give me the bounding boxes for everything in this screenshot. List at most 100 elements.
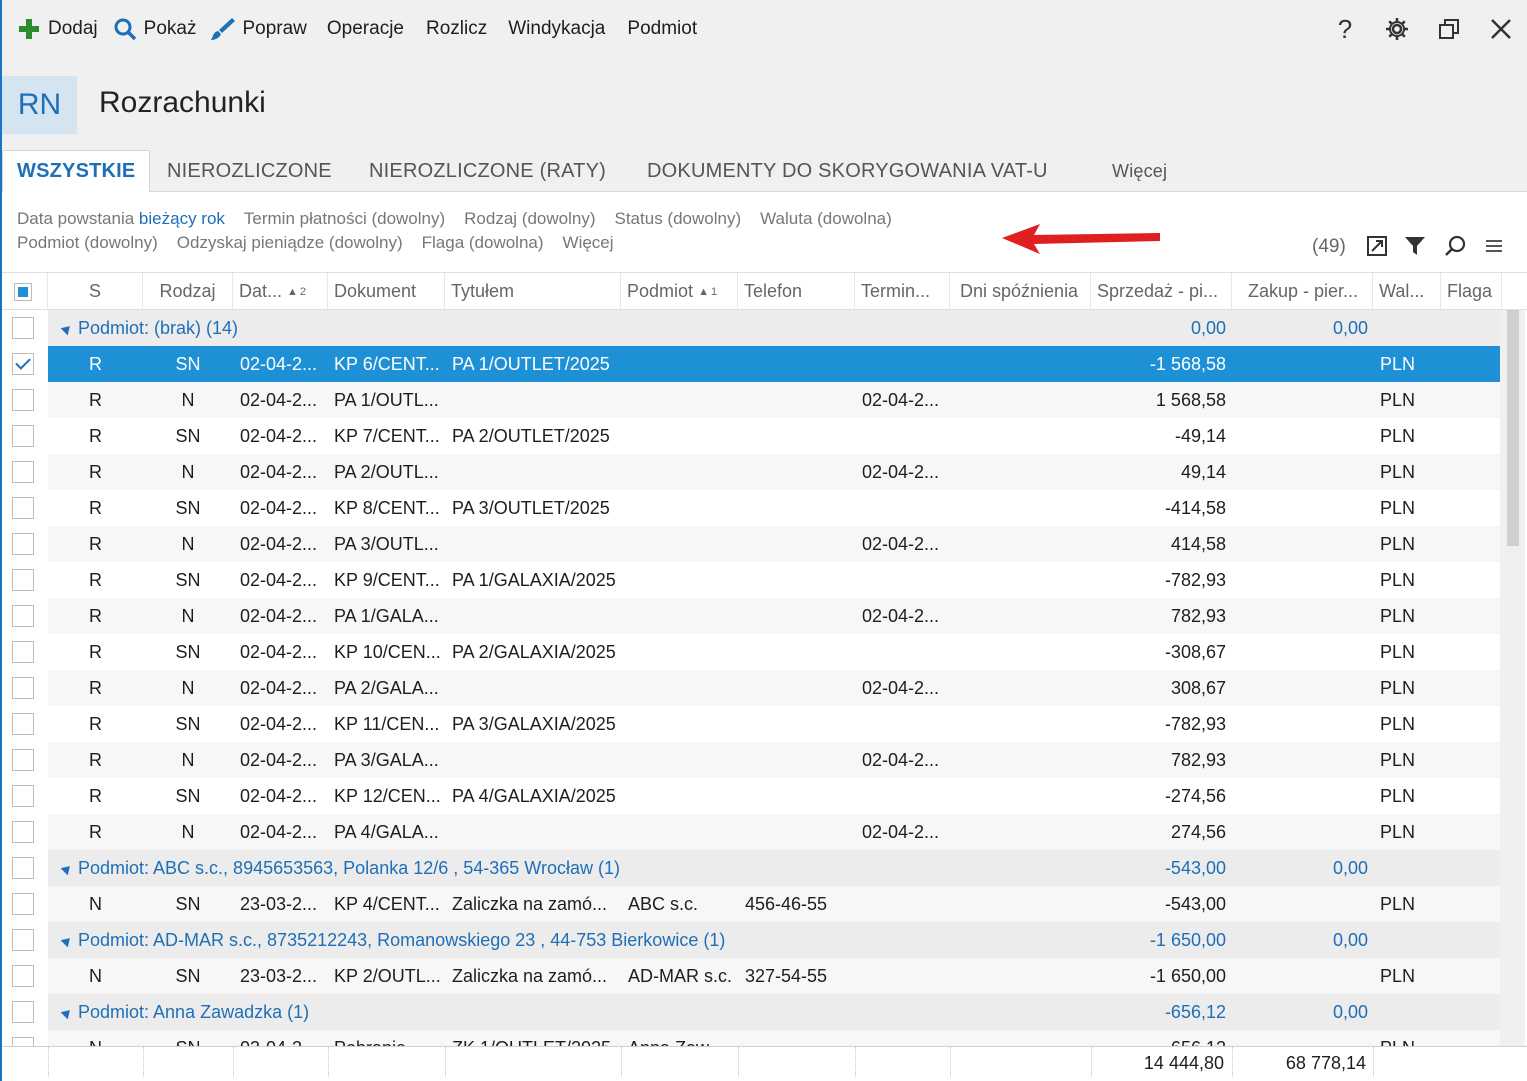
close-icon[interactable] [1475,9,1527,49]
table-row[interactable]: R SN 02-04-2... KP 8/CENT... PA 3/OUTLET/202… [2,490,1502,526]
row-checkbox[interactable] [12,497,34,519]
filter-due-date[interactable]: Termin płatności (dowolny) [244,209,445,229]
col-header-date[interactable]: Dat... ▲ 2 [233,273,328,310]
table-row[interactable]: N SN 23-03-2... KP 2/OUTL... Zaliczka na zam… [2,958,1502,994]
filter-currency[interactable]: Waluta (dowolna) [760,209,892,229]
scrollbar-thumb[interactable] [1507,310,1519,546]
tab-vat-correction[interactable]: DOKUMENTY DO SKORYGOWANIA VAT-U [647,150,1048,192]
col-header-days-late[interactable]: Dni spóźnienia [950,273,1091,310]
row-checkbox[interactable] [12,929,34,951]
cell-due-date: 02-04-2... [862,606,940,626]
col-header-type[interactable]: Rodzaj [143,273,233,310]
row-checkbox[interactable] [12,353,34,375]
cell-sales: 782,93 [1170,606,1226,626]
group-label[interactable]: Podmiot: (brak) (14) [60,310,238,346]
row-checkbox[interactable] [12,893,34,915]
table-row[interactable]: NSN 03-04-2... Pobranie... ZK 1/OUTLET/2025… [2,1030,1502,1046]
table-row[interactable]: R N 02-04-2... PA 2/GALA... 02-04-2... 308,67… [2,670,1502,706]
row-checkbox[interactable] [12,533,34,555]
table-row[interactable]: R N 02-04-2... PA 3/OUTL... 02-04-2... 414,58… [2,526,1502,562]
row-checkbox[interactable] [12,713,34,735]
row-checkbox[interactable] [12,605,34,627]
col-header-s[interactable]: S [48,273,143,310]
collapse-triangle-icon[interactable] [60,322,74,336]
filter-flag[interactable]: Flaga (dowolna) [422,233,544,253]
col-header-purchase[interactable]: Zakup - pier... [1232,273,1373,310]
table-row[interactable]: R SN 02-04-2... KP 11/CEN... PA 3/GALAXIA/20… [2,706,1502,742]
tab-unsettled[interactable]: NIEROZLICZONE [167,150,332,192]
filter-more[interactable]: Więcej [563,233,614,253]
table-row[interactable]: R SN 02-04-2... KP 12/CEN... PA 4/GALAXIA/20… [2,778,1502,814]
entity-menu[interactable]: Podmiot [627,9,697,49]
row-checkbox[interactable] [12,677,34,699]
tab-more[interactable]: Więcej [1112,150,1167,192]
group-label[interactable]: Podmiot: ABC s.c., 8945653563, Polanka 1… [60,850,620,886]
col-header-title[interactable]: Tytułem [445,273,621,310]
table-row[interactable]: R SN 02-04-2... KP 9/CENT... PA 1/GALAXIA/20… [2,562,1502,598]
group-label[interactable]: Podmiot: Anna Zawadzka (1) [60,994,309,1030]
filter-status[interactable]: Status (dowolny) [615,209,742,229]
edit-button[interactable]: Popraw [210,9,307,49]
debt-collection-menu[interactable]: Windykacja [508,9,605,49]
filter-entity[interactable]: Podmiot (dowolny) [17,233,158,253]
row-checkbox[interactable] [12,857,34,879]
gear-icon[interactable] [1371,9,1423,49]
col-header-flag[interactable]: Flaga [1441,273,1502,310]
collapse-triangle-icon[interactable] [60,934,74,948]
row-checkbox[interactable] [12,461,34,483]
col-header-phone[interactable]: Telefon [738,273,855,310]
vertical-scrollbar[interactable] [1500,310,1525,1068]
row-checkbox[interactable] [12,425,34,447]
table-row[interactable]: R N 02-04-2... PA 2/OUTL... 02-04-2... 49,14 P… [2,454,1502,490]
help-icon[interactable]: ? [1319,9,1371,49]
row-checkbox[interactable] [12,785,34,807]
show-button[interactable]: Pokaż [112,9,196,49]
tab-all[interactable]: WSZYSTKIE [2,150,151,193]
collapse-triangle-icon[interactable] [60,1006,74,1020]
operations-menu[interactable]: Operacje [327,9,404,49]
collapse-triangle-icon[interactable] [60,862,74,876]
restore-icon[interactable] [1423,9,1475,49]
export-icon[interactable] [1362,232,1392,260]
col-header-currency[interactable]: Wal... [1373,273,1441,310]
col-header-document[interactable]: Dokument [328,273,445,310]
group-row[interactable]: Podmiot: ABC s.c., 8945653563, Polanka 1… [2,850,1502,886]
row-checkbox[interactable] [12,317,34,339]
cell-document: PA 2/GALA... [334,678,439,698]
col-header-entity[interactable]: Podmiot ▲ 1 [621,273,738,310]
menu-icon[interactable] [1480,232,1510,260]
row-checkbox[interactable] [12,965,34,987]
filter-icon[interactable] [1400,232,1430,260]
filter-created-date[interactable]: Data powstania bieżący rok [17,209,225,229]
filter-type[interactable]: Rodzaj (dowolny) [464,209,595,229]
group-row[interactable]: Podmiot: Anna Zawadzka (1) -656,12 0,00 [2,994,1502,1030]
search-icon[interactable] [1440,232,1470,260]
filter-recover-money[interactable]: Odzyskaj pieniądze (dowolny) [177,233,403,253]
select-all-checkbox[interactable] [2,273,48,310]
cell-title: Zaliczka na zamó... [452,966,608,986]
table-row[interactable]: R N 02-04-2... PA 4/GALA... 02-04-2... 274,56… [2,814,1502,850]
row-checkbox[interactable] [12,1001,34,1023]
row-checkbox[interactable] [12,749,34,771]
row-checkbox[interactable] [12,821,34,843]
col-header-sales[interactable]: Sprzedaż - pi... [1091,273,1232,310]
group-row[interactable]: Podmiot: AD-MAR s.c., 8735212243, Romano… [2,922,1502,958]
row-checkbox[interactable] [12,389,34,411]
group-label[interactable]: Podmiot: AD-MAR s.c., 8735212243, Romano… [60,922,725,958]
table-row[interactable]: N SN 23-03-2... KP 4/CENT... Zaliczka na zam… [2,886,1502,922]
tab-unsettled-installments[interactable]: NIEROZLICZONE (RATY) [369,150,606,192]
table-row[interactable]: R N 02-04-2... PA 3/GALA... 02-04-2... 782,93… [2,742,1502,778]
row-checkbox[interactable] [12,1037,34,1046]
row-checkbox[interactable] [12,641,34,663]
col-header-due-date[interactable]: Termin... [855,273,950,310]
group-row[interactable]: Podmiot: (brak) (14) 0,00 0,00 [2,310,1502,346]
table-row[interactable]: R SN 02-04-2... KP 10/CEN... PA 2/GALAXIA/20… [2,634,1502,670]
table-row[interactable]: R SN 02-04-2... KP 7/CENT... PA 2/OUTLET/202… [2,418,1502,454]
add-button[interactable]: Dodaj [16,9,98,49]
row-checkbox[interactable] [12,569,34,591]
table-row[interactable]: R SN 02-04-2... KP 6/CENT... PA 1/OUTLET/202… [2,346,1502,382]
table-row[interactable]: R N 02-04-2... PA 1/OUTL... 02-04-2... 1 568,… [2,382,1502,418]
table-row[interactable]: R N 02-04-2... PA 1/GALA... 02-04-2... 782,93… [2,598,1502,634]
cell-type: SN [175,894,201,914]
settle-menu[interactable]: Rozlicz [426,9,487,49]
